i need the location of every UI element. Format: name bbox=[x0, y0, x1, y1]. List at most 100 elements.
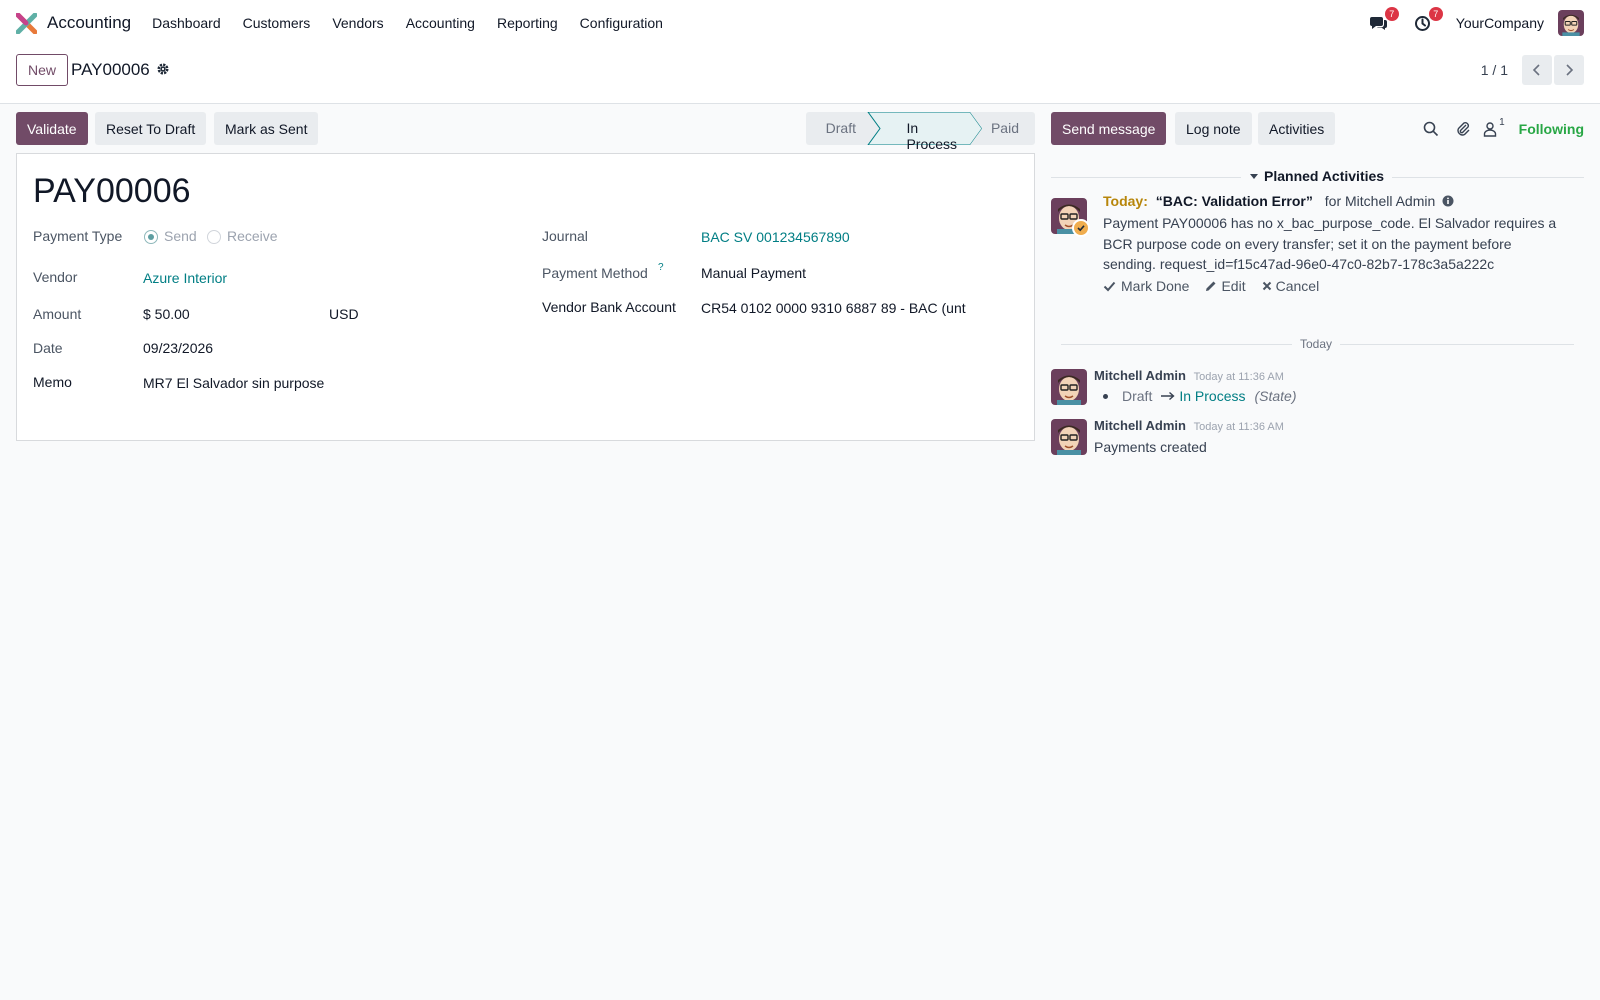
activity-summary: “BAC: Validation Error” bbox=[1155, 193, 1313, 209]
menu-dashboard[interactable]: Dashboard bbox=[141, 15, 232, 31]
user-icon bbox=[1483, 121, 1497, 137]
message-time: Today at 11:36 AM bbox=[1193, 421, 1284, 433]
breadcrumb: PAY00006 bbox=[71, 54, 170, 86]
tracking-field: (State) bbox=[1254, 388, 1297, 404]
vendor-bank-account-label: Vendor Bank Account bbox=[542, 299, 676, 315]
top-navbar: Accounting Dashboard Customers Vendors A… bbox=[0, 0, 1600, 46]
payment-type-receive-radio[interactable] bbox=[207, 230, 221, 244]
payment-method-help-icon[interactable]: ? bbox=[658, 262, 664, 273]
record-name: PAY00006 bbox=[33, 172, 191, 210]
planned-activities-toggle[interactable]: Planned Activities bbox=[1241, 168, 1393, 184]
date-value[interactable]: 09/23/2026 bbox=[143, 340, 213, 356]
pager-previous-button[interactable] bbox=[1522, 55, 1552, 85]
followers-button[interactable]: 1 bbox=[1483, 117, 1505, 137]
stage-draft[interactable]: Draft bbox=[826, 120, 856, 136]
log-note-button[interactable]: Log note bbox=[1175, 112, 1252, 145]
edit-activity-label: Edit bbox=[1221, 278, 1246, 294]
close-icon bbox=[1262, 281, 1271, 291]
menu-vendors[interactable]: Vendors bbox=[321, 15, 394, 31]
menu-reporting[interactable]: Reporting bbox=[486, 15, 569, 31]
mark-as-sent-button[interactable]: Mark as Sent bbox=[214, 112, 319, 145]
breadcrumb-title: PAY00006 bbox=[71, 60, 150, 79]
pager-value[interactable]: 1 / 1 bbox=[1481, 62, 1508, 78]
menu-configuration[interactable]: Configuration bbox=[569, 15, 674, 31]
app-logo-icon bbox=[15, 12, 38, 34]
company-switcher[interactable]: YourCompany bbox=[1456, 15, 1544, 31]
stage-in-process[interactable]: In Process bbox=[906, 120, 957, 152]
pencil-icon bbox=[1206, 281, 1216, 291]
form-sheet: PAY00006 Payment Type Send Receive Vendo… bbox=[16, 153, 1035, 441]
menu-customers[interactable]: Customers bbox=[232, 15, 322, 31]
caret-down-icon bbox=[1250, 174, 1258, 179]
vendor-link[interactable]: Azure Interior bbox=[143, 270, 227, 286]
vendor-bank-account-value[interactable]: CR54 0102 0000 9310 6887 89 - BAC (unt bbox=[701, 300, 966, 316]
bullet-icon bbox=[1103, 393, 1108, 399]
activity-assignee: for Mitchell Admin bbox=[1324, 193, 1436, 209]
send-message-button[interactable]: Send message bbox=[1051, 112, 1167, 145]
app-brand[interactable]: Accounting bbox=[15, 12, 141, 34]
activities-button[interactable]: Activities bbox=[1258, 112, 1336, 145]
form-statusbar: Validate Reset To Draft Mark as Sent Dra… bbox=[16, 112, 1035, 152]
message-author[interactable]: Mitchell Admin bbox=[1094, 418, 1186, 433]
memo-value[interactable]: MR7 El Salvador sin purpose bbox=[143, 375, 324, 391]
day-divider-label: Today bbox=[1292, 337, 1341, 351]
validate-button[interactable]: Validate bbox=[16, 112, 88, 145]
planned-activities-title: Planned Activities bbox=[1264, 168, 1385, 184]
chatter-tools: 1 Following bbox=[1423, 112, 1584, 145]
new-button[interactable]: New bbox=[16, 54, 69, 86]
activities-clock-icon[interactable]: 7 bbox=[1412, 7, 1443, 34]
pager-next-button[interactable] bbox=[1554, 55, 1584, 85]
payment-type-send-label[interactable]: Send bbox=[164, 228, 197, 244]
payment-method-label: Payment Method bbox=[542, 265, 648, 281]
cancel-activity-button[interactable]: Cancel bbox=[1262, 278, 1320, 294]
vendor-label: Vendor bbox=[33, 269, 78, 285]
stage-paid[interactable]: Paid bbox=[991, 120, 1019, 136]
memo-label: Memo bbox=[33, 374, 72, 390]
tracking-old-value: Draft bbox=[1122, 388, 1153, 404]
edit-activity-button[interactable]: Edit bbox=[1205, 278, 1246, 294]
app-name: Accounting bbox=[47, 13, 132, 32]
followers-count: 1 bbox=[1499, 116, 1505, 128]
amount-value[interactable]: $ 50.00 bbox=[143, 306, 190, 322]
activity-due: Today: bbox=[1103, 193, 1148, 209]
message-time: Today at 11:36 AM bbox=[1193, 371, 1284, 383]
activity-header: Today: “BAC: Validation Error” for Mitch… bbox=[1103, 193, 1584, 210]
navbar-systray: 7 7 YourCompany bbox=[1368, 0, 1584, 46]
search-icon[interactable] bbox=[1423, 121, 1439, 137]
tracking-new-value: In Process bbox=[1179, 388, 1246, 404]
chevron-left-icon bbox=[1532, 64, 1540, 76]
message-author[interactable]: Mitchell Admin bbox=[1094, 368, 1186, 383]
journal-link[interactable]: BAC SV 001234567890 bbox=[701, 229, 850, 245]
paperclip-icon[interactable] bbox=[1455, 121, 1471, 137]
activity-check-icon bbox=[1072, 219, 1090, 237]
date-label: Date bbox=[33, 340, 63, 356]
reset-to-draft-button[interactable]: Reset To Draft bbox=[95, 112, 207, 145]
messages-icon[interactable]: 7 bbox=[1368, 7, 1399, 34]
mark-done-button[interactable]: Mark Done bbox=[1103, 278, 1189, 294]
message-body: Payments created bbox=[1094, 439, 1207, 455]
chevron-right-icon bbox=[1566, 64, 1574, 76]
activities-badge: 7 bbox=[1428, 7, 1443, 21]
messages-badge: 7 bbox=[1384, 7, 1399, 21]
tracking-value: Draft In Process (State) bbox=[1103, 388, 1297, 404]
activity-actions: Mark Done Edit Cancel bbox=[1103, 278, 1319, 294]
info-icon[interactable] bbox=[1442, 194, 1454, 210]
following-button[interactable]: Following bbox=[1519, 121, 1584, 137]
mark-done-label: Mark Done bbox=[1121, 278, 1190, 294]
amount-label: Amount bbox=[33, 306, 82, 322]
payment-type-label: Payment Type bbox=[33, 228, 123, 244]
payment-method-value[interactable]: Manual Payment bbox=[701, 265, 806, 281]
message-avatar[interactable] bbox=[1051, 419, 1087, 455]
message-header: Mitchell Admin Today at 11:36 AM bbox=[1094, 368, 1284, 383]
currency-value[interactable]: USD bbox=[329, 306, 359, 322]
menu-accounting[interactable]: Accounting bbox=[395, 15, 486, 31]
check-icon bbox=[1103, 281, 1116, 291]
record-pager: 1 / 1 bbox=[1481, 55, 1584, 85]
payment-type-receive-label[interactable]: Receive bbox=[227, 228, 278, 244]
activity-note: Payment PAY00006 has no x_bac_purpose_co… bbox=[1103, 215, 1557, 272]
message-avatar[interactable] bbox=[1051, 369, 1087, 405]
cancel-activity-label: Cancel bbox=[1275, 278, 1320, 294]
gear-icon[interactable] bbox=[156, 62, 170, 79]
user-avatar[interactable] bbox=[1558, 10, 1584, 36]
payment-type-send-radio[interactable] bbox=[144, 230, 158, 244]
